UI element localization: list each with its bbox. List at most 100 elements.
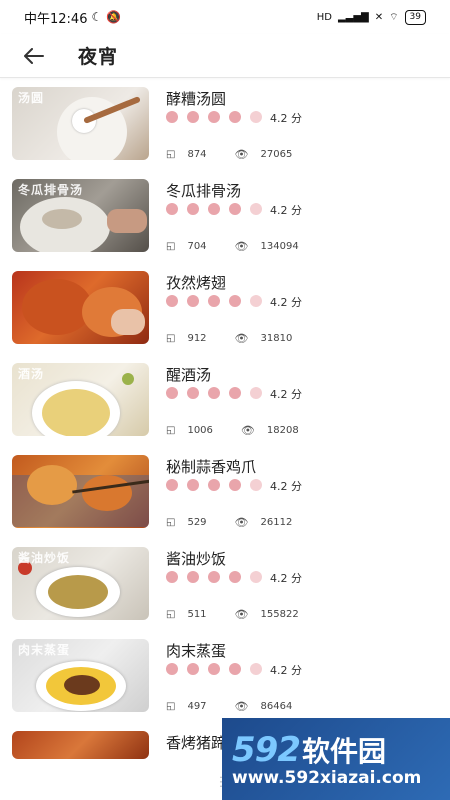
favorites-count: 529 bbox=[187, 517, 207, 528]
favorite-icon: ◱ bbox=[166, 241, 176, 252]
rating-dot-icon bbox=[208, 295, 220, 307]
rating-score: 4.2 分 bbox=[270, 572, 302, 585]
views-count: 86464 bbox=[260, 701, 293, 712]
recipe-name: 酵糟汤圆 bbox=[166, 90, 227, 108]
rating-dot-icon bbox=[250, 387, 262, 399]
signal-label: HD bbox=[316, 11, 332, 23]
recipe-image: 酒汤 bbox=[12, 363, 149, 436]
rating-dot-icon bbox=[250, 295, 262, 307]
favorites-count: 511 bbox=[187, 609, 207, 620]
favorite-icon: ◱ bbox=[166, 425, 176, 436]
recipe-name: 肉末蒸蛋 bbox=[166, 642, 227, 660]
rating-score: 4.2 分 bbox=[270, 480, 302, 493]
list-item[interactable]: 冬瓜排骨汤 冬瓜排骨汤 4.2 分 ◱ 704 👁 134094 bbox=[0, 171, 450, 263]
rating-stars bbox=[166, 203, 262, 215]
recipe-image bbox=[12, 271, 149, 344]
list-item[interactable]: 孜然烤翅 4.2 分 ◱ 912 👁 31810 bbox=[0, 263, 450, 355]
rating-dot-icon bbox=[166, 387, 178, 399]
rating-dot-icon bbox=[187, 111, 199, 123]
watermark-text: 软件园 bbox=[301, 735, 386, 768]
recipe-name: 酱油炒饭 bbox=[166, 550, 227, 568]
recipe-name: 冬瓜排骨汤 bbox=[166, 182, 242, 200]
favorites-count: 497 bbox=[187, 701, 207, 712]
rating-dot-icon bbox=[208, 479, 220, 491]
rating-stars bbox=[166, 479, 262, 491]
rating-score: 4.2 分 bbox=[270, 204, 302, 217]
eye-icon: 👁 bbox=[234, 148, 249, 161]
watermark-number: 592 bbox=[232, 730, 301, 770]
recipe-stats: ◱ 511 👁 155822 bbox=[166, 608, 299, 621]
recipe-name: 香烤猪蹄 bbox=[166, 734, 227, 752]
list-item[interactable]: 秘制蒜香鸡爪 4.2 分 ◱ 529 👁 26112 bbox=[0, 447, 450, 539]
page-title: 夜宵 bbox=[78, 46, 119, 68]
recipe-image bbox=[12, 455, 149, 528]
wifi-icon: ⌔ bbox=[389, 11, 399, 23]
signal-off-icon: ✕ bbox=[374, 11, 384, 23]
rating-dot-icon bbox=[187, 571, 199, 583]
rating-score: 4.2 分 bbox=[270, 112, 302, 125]
rating-dot-icon bbox=[187, 295, 199, 307]
rating-dot-icon bbox=[250, 111, 262, 123]
favorite-icon: ◱ bbox=[166, 517, 176, 528]
rating-dot-icon bbox=[187, 387, 199, 399]
rating-score: 4.2 分 bbox=[270, 664, 302, 677]
rating-dot-icon bbox=[187, 479, 199, 491]
views-count: 31810 bbox=[260, 333, 293, 344]
eye-icon: 👁 bbox=[240, 424, 255, 437]
favorites-count: 1006 bbox=[187, 425, 213, 436]
image-caption: 酱油炒饭 bbox=[18, 551, 71, 565]
list-item[interactable]: 肉末蒸蛋 肉末蒸蛋 4.2 分 ◱ 497 👁 86464 bbox=[0, 631, 450, 723]
favorites-count: 874 bbox=[187, 149, 207, 160]
recipe-stats: ◱ 497 👁 86464 bbox=[166, 700, 292, 713]
rating-dot-icon bbox=[208, 203, 220, 215]
eye-icon: 👁 bbox=[234, 700, 249, 713]
image-caption: 酒汤 bbox=[18, 367, 45, 381]
favorite-icon: ◱ bbox=[166, 149, 176, 160]
list-item[interactable]: 酒汤 醒酒汤 4.2 分 ◱ 1006 👁 18208 bbox=[0, 355, 450, 447]
image-caption: 汤圆 bbox=[18, 91, 45, 105]
rating-dot-icon bbox=[208, 663, 220, 675]
rating-dot-icon bbox=[166, 571, 178, 583]
list-item[interactable]: 汤圆 酵糟汤圆 4.2 分 ◱ 874 👁 27065 bbox=[0, 79, 450, 171]
recipe-name: 醒酒汤 bbox=[166, 366, 212, 384]
recipe-stats: ◱ 912 👁 31810 bbox=[166, 332, 292, 345]
battery-indicator: 39 bbox=[404, 9, 426, 25]
eye-icon: 👁 bbox=[234, 516, 249, 529]
rating-score: 4.2 分 bbox=[270, 388, 302, 401]
rating-dot-icon bbox=[208, 571, 220, 583]
watermark-url: www.592xiazai.com bbox=[232, 768, 422, 788]
rating-dot-icon bbox=[166, 295, 178, 307]
favorite-icon: ◱ bbox=[166, 609, 176, 620]
recipe-image bbox=[12, 731, 149, 759]
list-item[interactable]: 酱油炒饭 酱油炒饭 4.2 分 ◱ 511 👁 155822 bbox=[0, 539, 450, 631]
rating-dot-icon bbox=[229, 387, 241, 399]
favorite-icon: ◱ bbox=[166, 701, 176, 712]
rating-stars bbox=[166, 295, 262, 307]
recipe-stats: ◱ 874 👁 27065 bbox=[166, 148, 292, 161]
watermark: 592 软件园 www.592xiazai.com bbox=[222, 718, 450, 800]
views-count: 155822 bbox=[260, 609, 299, 620]
rating-dot-icon bbox=[250, 571, 262, 583]
rating-dot-icon bbox=[166, 111, 178, 123]
image-caption: 冬瓜排骨汤 bbox=[18, 183, 84, 197]
image-caption: 肉末蒸蛋 bbox=[18, 643, 71, 657]
recipe-stats: ◱ 704 👁 134094 bbox=[166, 240, 299, 253]
recipe-list[interactable]: 汤圆 酵糟汤圆 4.2 分 ◱ 874 👁 27065 冬瓜排骨汤 冬瓜排骨汤 bbox=[0, 79, 450, 800]
arrow-left-icon bbox=[24, 47, 44, 64]
rating-dot-icon bbox=[229, 663, 241, 675]
back-button[interactable] bbox=[14, 36, 54, 76]
rating-dot-icon bbox=[187, 663, 199, 675]
rating-stars bbox=[166, 571, 262, 583]
rating-dot-icon bbox=[166, 203, 178, 215]
rating-dot-icon bbox=[229, 571, 241, 583]
rating-dot-icon bbox=[166, 663, 178, 675]
rating-dot-icon bbox=[229, 203, 241, 215]
mute-icon: 🔕 bbox=[106, 10, 122, 24]
favorites-count: 912 bbox=[187, 333, 207, 344]
recipe-name: 孜然烤翅 bbox=[166, 274, 227, 292]
status-bar: 中午12:46 ☾ 🔕 HD ▂▃▅▇ ✕ ⌔ 39 bbox=[0, 0, 450, 34]
rating-dot-icon bbox=[250, 663, 262, 675]
rating-dot-icon bbox=[208, 387, 220, 399]
favorites-count: 704 bbox=[187, 241, 207, 252]
rating-score: 4.2 分 bbox=[270, 296, 302, 309]
